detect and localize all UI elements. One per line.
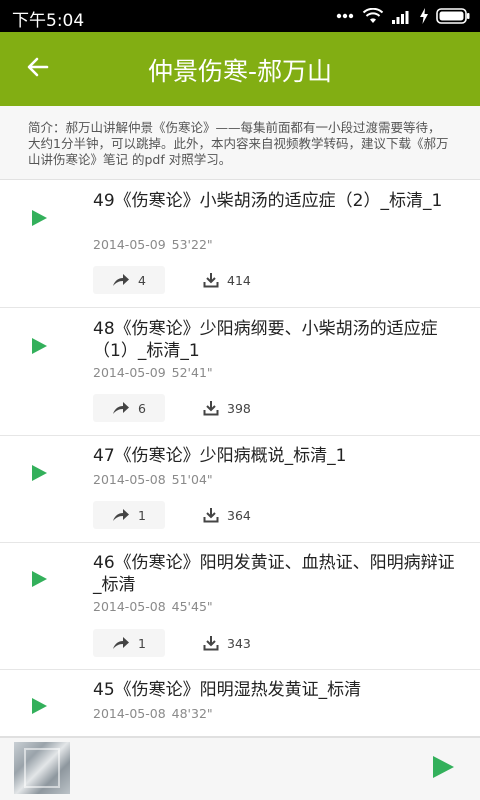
status-icons [336, 7, 470, 25]
share-button[interactable]: 1 [93, 501, 165, 529]
list-item[interactable]: 45《伤寒论》阳明湿热发黄证_标清 2014-05-08 48'32" [0, 670, 480, 736]
download-button[interactable]: 343 [203, 635, 251, 651]
play-icon[interactable] [30, 697, 48, 715]
charging-icon [420, 8, 428, 24]
more-dots-icon [336, 13, 354, 19]
episode-title: 47《伤寒论》少阳病概说_标清_1 [93, 446, 347, 466]
share-count: 1 [138, 635, 146, 651]
wifi-icon [362, 8, 384, 24]
list-item[interactable]: 49《伤寒论》小柴胡汤的适应症（2）_标清_1 2014-05-09 53'22"… [0, 180, 480, 308]
episode-list[interactable]: 49《伤寒论》小柴胡汤的适应症（2）_标清_1 2014-05-09 53'22"… [0, 180, 480, 736]
share-icon [113, 637, 130, 649]
episode-date: 2014-05-09 [93, 365, 166, 380]
episode-meta: 2014-05-08 45'45" [93, 599, 213, 614]
episode-date: 2014-05-08 [93, 706, 166, 721]
list-item[interactable]: 46《伤寒论》阳明发黄证、血热证、阳明病辩证_标清 2014-05-08 45'4… [0, 543, 480, 670]
album-description: 简介：郝万山讲解仲景《伤寒论》——每集前面都有一小段过渡需要等待，大约1分半钟，… [0, 106, 480, 180]
episode-date: 2014-05-08 [93, 472, 166, 487]
share-icon [113, 274, 130, 286]
episode-stats: 1 364 [93, 501, 251, 529]
download-button[interactable]: 398 [203, 400, 251, 416]
download-count: 398 [227, 400, 251, 416]
episode-date: 2014-05-09 [93, 237, 166, 252]
share-icon [113, 509, 130, 521]
episode-duration: 53'22" [171, 237, 213, 252]
episode-duration: 45'45" [171, 599, 213, 614]
status-bar: 下午5:04 [0, 0, 480, 32]
download-icon [203, 636, 219, 651]
download-count: 343 [227, 635, 251, 651]
download-icon [203, 401, 219, 416]
episode-stats: 1 343 [93, 629, 251, 657]
play-icon[interactable] [30, 464, 48, 482]
episode-stats: 6 398 [93, 394, 251, 422]
share-count: 6 [138, 400, 146, 416]
battery-icon [436, 8, 470, 24]
download-icon [203, 273, 219, 288]
share-count: 1 [138, 507, 146, 523]
list-item[interactable]: 48《伤寒论》少阳病纲要、小柴胡汤的适应症（1）_标清_1 2014-05-09… [0, 308, 480, 436]
share-icon [113, 402, 130, 414]
episode-title: 48《伤寒论》少阳病纲要、小柴胡汤的适应症（1）_标清_1 [93, 319, 438, 361]
episode-date: 2014-05-08 [93, 599, 166, 614]
episode-meta: 2014-05-09 53'22" [93, 237, 213, 252]
share-button[interactable]: 4 [93, 266, 165, 294]
episode-duration: 52'41" [171, 365, 213, 380]
play-icon[interactable] [30, 337, 48, 355]
episode-meta: 2014-05-08 51'04" [93, 472, 213, 487]
status-time: 下午5:04 [12, 11, 85, 31]
download-icon [203, 508, 219, 523]
page-title: 仲景伤寒-郝万山 [147, 57, 333, 86]
episode-duration: 51'04" [171, 472, 213, 487]
signal-icon [392, 8, 412, 24]
episode-meta: 2014-05-09 52'41" [93, 365, 213, 380]
play-icon [433, 756, 454, 778]
episode-stats: 4 414 [93, 266, 251, 294]
download-button[interactable]: 364 [203, 507, 251, 523]
play-icon[interactable] [30, 209, 48, 227]
list-item[interactable]: 47《伤寒论》少阳病概说_标清_1 2014-05-08 51'04" 1 364 [0, 436, 480, 543]
player-play-button[interactable] [430, 754, 456, 780]
share-button[interactable]: 1 [93, 629, 165, 657]
episode-title: 45《伤寒论》阳明湿热发黄证_标清 [93, 680, 362, 700]
play-icon[interactable] [30, 570, 48, 588]
share-button[interactable]: 6 [93, 394, 165, 422]
download-button[interactable]: 414 [203, 272, 251, 288]
episode-duration: 48'32" [171, 706, 213, 721]
app-bar: 仲景伤寒-郝万山 [0, 32, 480, 106]
episode-title: 49《伤寒论》小柴胡汤的适应症（2）_标清_1 [93, 191, 443, 211]
episode-title: 46《伤寒论》阳明发黄证、血热证、阳明病辩证_标清 [93, 553, 455, 595]
episode-meta: 2014-05-08 48'32" [93, 706, 213, 721]
album-thumbnail[interactable] [14, 742, 70, 794]
share-count: 4 [138, 272, 146, 288]
mini-player [0, 736, 480, 800]
download-count: 414 [227, 272, 251, 288]
download-count: 364 [227, 507, 251, 523]
